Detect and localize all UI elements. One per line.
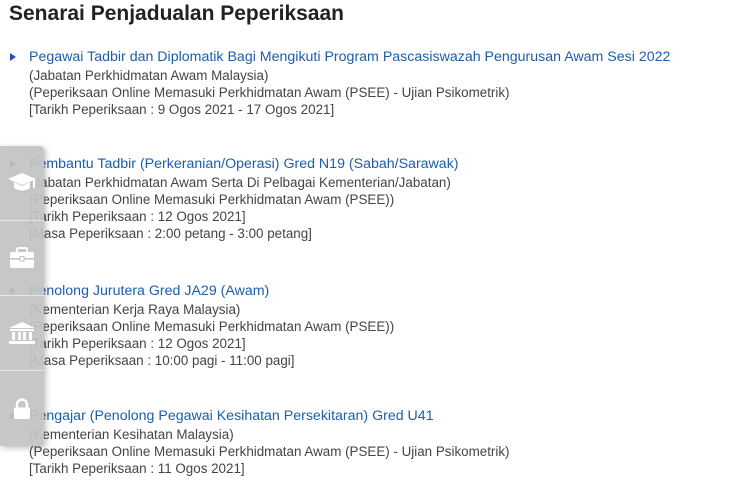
exam-item: Pengajar (Penolong Pegawai Kesihatan Per… bbox=[10, 406, 745, 477]
exam-date: [Tarikh Peperiksaan : 12 Ogos 2021] bbox=[29, 336, 246, 351]
exam-title-link[interactable]: Pegawai Tadbir dan Diplomatik Bagi Mengi… bbox=[29, 47, 745, 67]
side-button-institution[interactable] bbox=[0, 296, 44, 371]
exam-date: [Tarikh Peperiksaan : 9 Ogos 2021 - 17 O… bbox=[29, 102, 335, 117]
bullet-triangle-icon bbox=[10, 53, 16, 61]
exam-agency: (Jabatan Perkhidmatan Awam Malaysia) bbox=[29, 68, 269, 83]
exam-title-link[interactable]: Pembantu Tadbir (Perkeranian/Operasi) Gr… bbox=[29, 154, 745, 174]
exam-agency: (Jabatan Perkhidmatan Awam Serta Di Pelb… bbox=[29, 175, 451, 190]
exam-type: (Peperiksaan Online Memasuki Perkhidmata… bbox=[29, 444, 510, 459]
side-button-jobs[interactable] bbox=[0, 221, 44, 296]
exam-agency: (Kementerian Kerja Raya Malaysia) bbox=[29, 302, 241, 317]
exam-time: [Masa Peperiksaan : 10:00 pagi - 11:00 p… bbox=[29, 353, 295, 368]
lock-icon bbox=[12, 397, 32, 420]
bank-building-icon bbox=[8, 321, 36, 345]
exam-item: Penolong Jurutera Gred JA29 (Awam) (Keme… bbox=[10, 281, 745, 369]
graduation-cap-icon bbox=[7, 172, 37, 194]
side-button-login[interactable] bbox=[0, 371, 44, 446]
exam-type: (Peperiksaan Online Memasuki Perkhidmata… bbox=[29, 319, 395, 334]
exam-time: [Masa Peperiksaan : 2:00 petang - 3:00 p… bbox=[29, 226, 312, 241]
side-button-education[interactable] bbox=[0, 146, 44, 221]
exam-item: Pegawai Tadbir dan Diplomatik Bagi Mengi… bbox=[10, 47, 745, 118]
briefcase-icon bbox=[9, 247, 35, 269]
side-toolbar bbox=[0, 146, 44, 446]
exam-type: (Peperiksaan Online Memasuki Perkhidmata… bbox=[29, 192, 395, 207]
exam-type: (Peperiksaan Online Memasuki Perkhidmata… bbox=[29, 85, 510, 100]
exam-title-link[interactable]: Pengajar (Penolong Pegawai Kesihatan Per… bbox=[29, 406, 745, 426]
page-title: Senarai Penjadualan Peperiksaan bbox=[9, 2, 344, 25]
exam-agency: (Kementerian Kesihatan Malaysia) bbox=[29, 427, 234, 442]
exam-date: [Tarikh Peperiksaan : 11 Ogos 2021] bbox=[29, 461, 245, 476]
exam-item: Pembantu Tadbir (Perkeranian/Operasi) Gr… bbox=[10, 154, 745, 242]
exam-title-link[interactable]: Penolong Jurutera Gred JA29 (Awam) bbox=[29, 281, 745, 301]
exam-date: [Tarikh Peperiksaan : 12 Ogos 2021] bbox=[29, 209, 246, 224]
